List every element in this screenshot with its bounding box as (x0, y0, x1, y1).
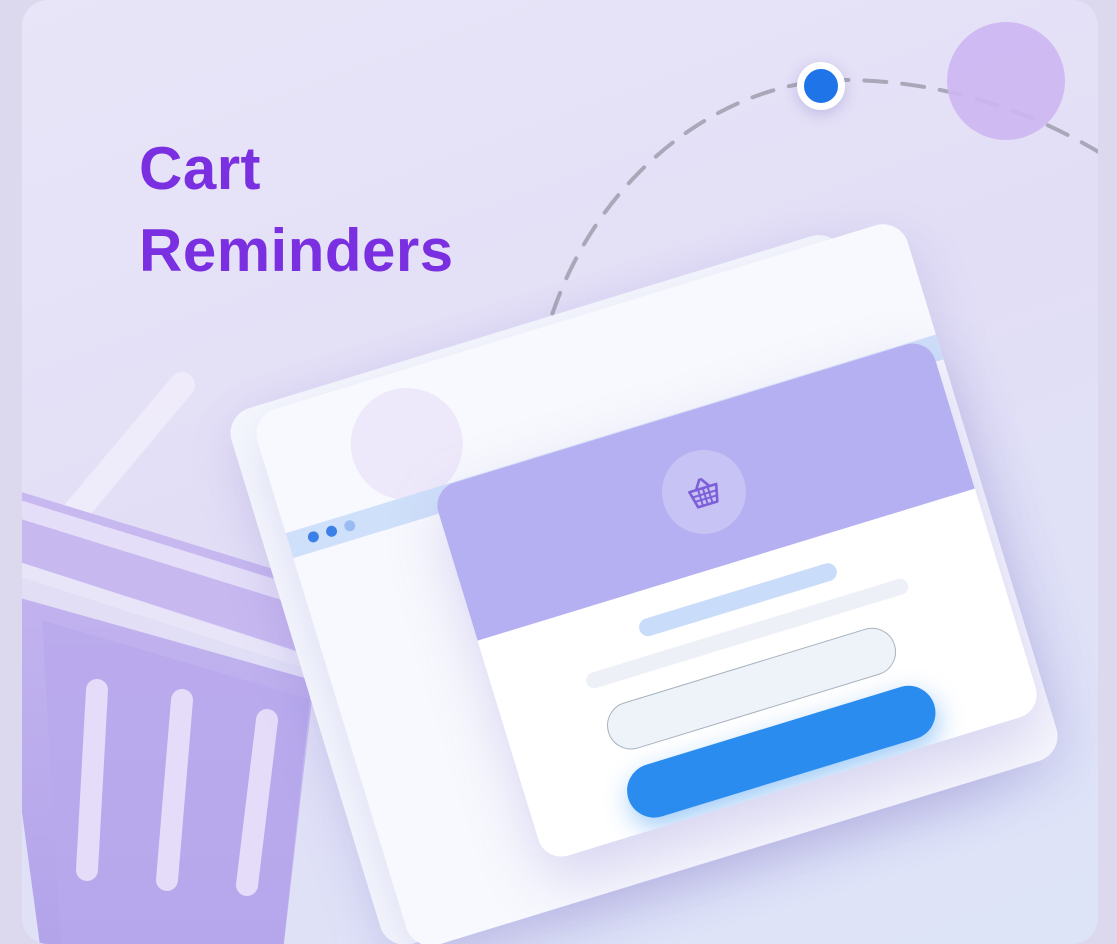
decorative-circle (947, 22, 1065, 140)
title-line-2: Reminders (139, 217, 454, 284)
card-title: Cart Reminders (139, 128, 454, 292)
basket-badge (651, 439, 757, 545)
feature-card: Cart Reminders (22, 0, 1098, 944)
shopping-basket-icon (688, 477, 719, 509)
title-line-1: Cart (139, 135, 262, 202)
accent-dot (797, 62, 845, 110)
